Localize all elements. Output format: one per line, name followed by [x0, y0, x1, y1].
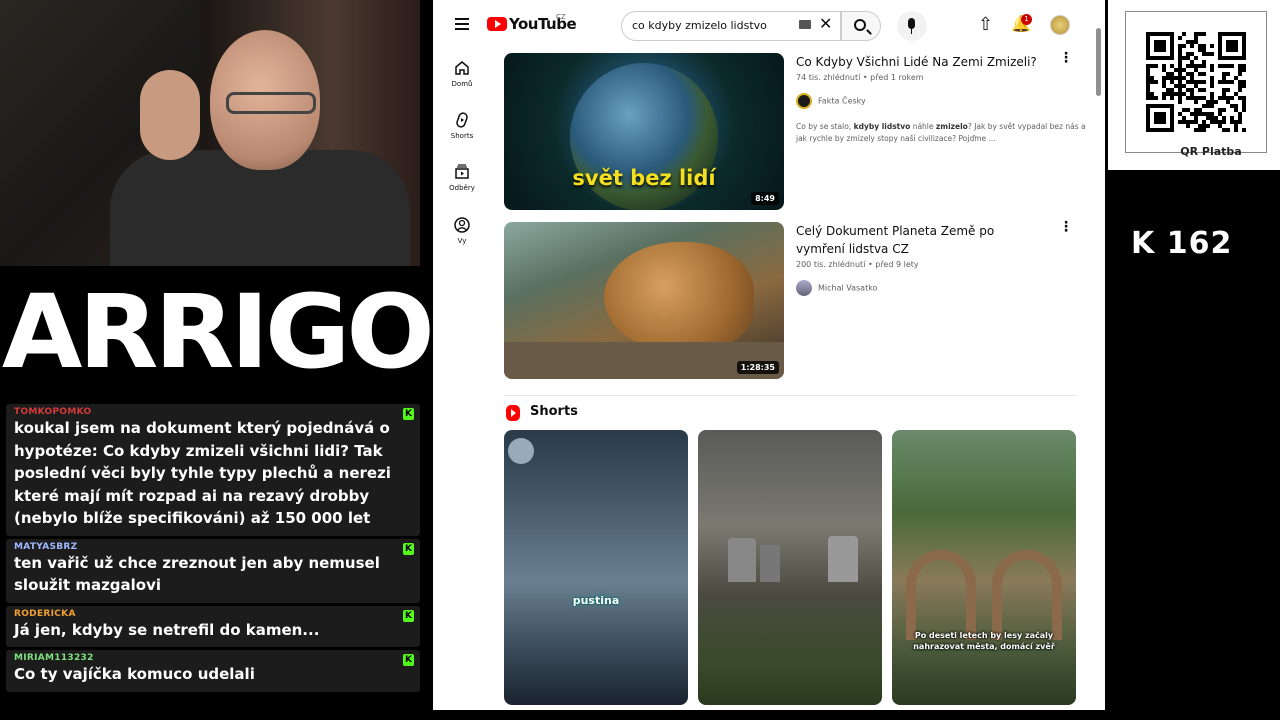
subscriptions-icon	[455, 164, 469, 179]
channel-link[interactable]: Michal Vasatko	[796, 280, 877, 297]
notification-badge: 1	[1021, 14, 1032, 25]
upload-icon[interactable]: ⇧	[978, 14, 993, 35]
divider	[504, 395, 1076, 396]
chat-message: RODERICKA Já jen, kdyby se netrefil do ka…	[6, 605, 420, 647]
video-title[interactable]: Celý Dokument Planeta Země po vymření li…	[796, 222, 1046, 258]
sidebar-item-label: Domů	[451, 80, 473, 88]
short-caption: pustina	[572, 594, 620, 607]
video-meta: 200 tis. zhlédnutí • před 9 lety	[796, 260, 919, 269]
scrollbar[interactable]	[1096, 28, 1101, 96]
video-thumbnail[interactable]: svět bez lidí 8:49	[504, 53, 784, 210]
video-duration: 8:49	[751, 192, 779, 205]
sidebar-item-label: Odběry	[449, 184, 475, 192]
sidebar-item-shorts[interactable]: Shorts	[437, 112, 487, 140]
video-title[interactable]: Co Kdyby Všichni Lidé Na Zemi Zmizeli?	[796, 53, 1046, 71]
shorts-section-title: Shorts	[530, 404, 578, 419]
youtube-wordmark[interactable]: YouTube	[509, 15, 577, 33]
chat-username[interactable]: RODERICKA	[14, 609, 412, 619]
webcam-feed	[0, 0, 420, 266]
chat-message: TOMKOPOMKO koukal jsem na dokument který …	[6, 404, 420, 536]
voice-search-button[interactable]	[897, 11, 927, 41]
chat-text: ten vařič už chce zreznout jen aby nemus…	[14, 553, 380, 595]
kick-badge-icon: K	[403, 408, 414, 420]
region-code: CZ	[556, 13, 566, 21]
home-icon	[455, 61, 469, 75]
k-counter: K 162	[1131, 226, 1233, 261]
qr-code-icon[interactable]	[1146, 32, 1246, 132]
sidebar-item-label: Vy	[457, 237, 467, 245]
short-caption: Po deseti letech by lesy začaly nahrazov…	[913, 631, 1055, 651]
chat-text: Co ty vajíčka komuco udelali	[14, 665, 255, 683]
video-thumbnail[interactable]: 1:28:35	[504, 222, 784, 379]
short-thumbnail[interactable]: pustina	[504, 430, 688, 705]
chat-username[interactable]: MATYASBRZ	[14, 542, 412, 552]
short-thumbnail[interactable]	[698, 430, 882, 705]
chat-username[interactable]: MIRIAM113232	[14, 653, 412, 663]
kick-badge-icon: K	[403, 654, 414, 666]
qr-payment-box: QR Platba	[1108, 0, 1280, 170]
search-icon	[854, 19, 866, 31]
sidebar-item-subscriptions[interactable]: Odběry	[437, 164, 487, 192]
youtube-logo-icon[interactable]	[487, 17, 507, 31]
sidebar-item-home[interactable]: Domů	[437, 60, 487, 88]
chat-panel: TOMKOPOMKO koukal jsem na dokument který …	[6, 404, 420, 716]
more-options-icon[interactable]: ⋮	[1059, 220, 1073, 234]
chat-text: Já jen, kdyby se netrefil do kamen...	[14, 620, 320, 639]
youtube-window: YouTube CZ co kdyby zmizelo lidstvo ✕ ⇧ …	[433, 0, 1105, 710]
channel-logo: ARRIGOS	[0, 266, 506, 400]
channel-link[interactable]: Fakta Česky	[796, 93, 866, 110]
chat-message: MIRIAM113232 Co ty vajíčka komuco udelali…	[6, 650, 420, 692]
dog-image	[604, 242, 754, 352]
keyboard-icon[interactable]	[799, 20, 811, 29]
top-bar: YouTube CZ co kdyby zmizelo lidstvo ✕ ⇧ …	[433, 0, 1105, 50]
video-meta: 74 tis. zhlédnutí • před 1 rokem	[796, 73, 924, 82]
video-duration: 1:28:35	[736, 361, 779, 374]
search-button[interactable]	[841, 11, 881, 41]
menu-icon[interactable]	[455, 18, 469, 30]
sidebar-item-you[interactable]: Vy	[437, 217, 487, 245]
avatar[interactable]	[1050, 15, 1070, 35]
clear-search-icon[interactable]: ✕	[819, 14, 832, 33]
shorts-icon	[456, 112, 468, 128]
short-thumbnail[interactable]: Po deseti letech by lesy začaly nahrazov…	[892, 430, 1076, 705]
kick-badge-icon: K	[403, 542, 414, 555]
chat-username[interactable]: TOMKOPOMKO	[14, 407, 412, 417]
thumbnail-caption: svět bez lidí	[572, 166, 716, 190]
more-options-icon[interactable]: ⋮	[1059, 51, 1073, 65]
chat-text: koukal jsem na dokument který pojednává …	[14, 419, 391, 527]
chat-message: MATYASBRZ ten vařič už chce zreznout jen …	[6, 538, 420, 603]
kick-badge-icon: K	[403, 609, 414, 622]
shorts-icon	[506, 405, 520, 421]
qr-label: QR Platba	[1180, 145, 1242, 158]
sidebar-item-label: Shorts	[450, 132, 474, 140]
video-description: Co by se stalo, kdyby lidstvo náhle zmiz…	[796, 122, 1086, 143]
profile-icon	[454, 217, 470, 233]
